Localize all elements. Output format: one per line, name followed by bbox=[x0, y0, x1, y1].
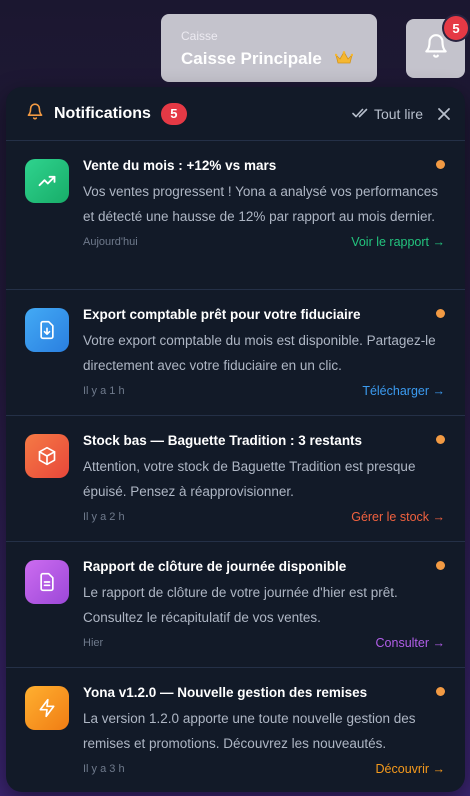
notification-footer: Hier Consulter → bbox=[83, 636, 445, 650]
caisse-selector[interactable]: Caisse Caisse Principale bbox=[161, 14, 377, 82]
close-icon[interactable] bbox=[437, 107, 451, 121]
document-icon bbox=[25, 560, 69, 604]
notification-item[interactable]: Vente du mois : +12% vs mars Vos ventes … bbox=[6, 141, 465, 290]
bell-icon bbox=[26, 102, 44, 126]
notification-time: Aujourd'hui bbox=[83, 236, 138, 248]
notification-footer: Il y a 1 h Télécharger → bbox=[83, 384, 445, 398]
unread-dot bbox=[436, 687, 445, 696]
notification-title: Export comptable prêt pour votre fiducia… bbox=[83, 307, 361, 322]
unread-dot bbox=[436, 309, 445, 318]
discover-link[interactable]: Découvrir → bbox=[376, 762, 445, 776]
notification-title: Rapport de clôture de journée disponible bbox=[83, 559, 347, 574]
mark-all-read-label: Tout lire bbox=[373, 105, 423, 122]
notification-item[interactable]: Yona v1.2.0 — Nouvelle gestion des remis… bbox=[6, 668, 465, 792]
trending-up-icon bbox=[25, 159, 69, 203]
caisse-label: Caisse bbox=[181, 29, 218, 43]
view-report-link[interactable]: Voir le rapport → bbox=[351, 235, 445, 249]
notification-body: Vos ventes progressent ! Yona a analysé … bbox=[83, 184, 438, 224]
unread-dot bbox=[436, 561, 445, 570]
unread-dot bbox=[436, 160, 445, 169]
caisse-name-row: Caisse Principale bbox=[181, 49, 377, 70]
unread-dot bbox=[436, 435, 445, 444]
notification-title: Vente du mois : +12% vs mars bbox=[83, 158, 277, 173]
download-link[interactable]: Télécharger → bbox=[362, 384, 445, 398]
mark-all-read-button[interactable]: Tout lire bbox=[352, 106, 423, 122]
panel-header: Notifications 5 Tout lire bbox=[6, 87, 465, 141]
panel-title: Notifications bbox=[54, 104, 151, 122]
lightning-icon bbox=[25, 686, 69, 730]
box-icon bbox=[25, 434, 69, 478]
notifications-panel: Notifications 5 Tout lire Vente du mois … bbox=[6, 87, 465, 792]
notification-title: Stock bas — Baguette Tradition : 3 resta… bbox=[83, 433, 363, 448]
notification-time: Il y a 1 h bbox=[83, 385, 125, 397]
notification-title: Yona v1.2.0 — Nouvelle gestion des remis… bbox=[83, 685, 368, 700]
caisse-name: Caisse Principale bbox=[181, 49, 322, 68]
download-file-icon bbox=[25, 308, 69, 352]
notification-time: Hier bbox=[83, 637, 104, 649]
notification-footer: Il y a 2 h Gérer le stock → bbox=[83, 510, 445, 524]
bell-icon bbox=[423, 32, 449, 65]
notification-body: Attention, votre stock de Baguette Tradi… bbox=[83, 459, 416, 499]
consult-link[interactable]: Consulter → bbox=[376, 636, 445, 650]
notification-item[interactable]: Stock bas — Baguette Tradition : 3 resta… bbox=[6, 416, 465, 542]
notification-body: Votre export comptable du mois est dispo… bbox=[83, 333, 436, 373]
double-check-icon bbox=[352, 106, 369, 122]
notification-footer: Aujourd'hui Voir le rapport → bbox=[83, 235, 445, 249]
crown-icon bbox=[334, 50, 353, 70]
manage-stock-link[interactable]: Gérer le stock → bbox=[351, 510, 445, 524]
notification-time: Il y a 2 h bbox=[83, 511, 125, 523]
notification-body: Le rapport de clôture de votre journée d… bbox=[83, 585, 398, 625]
notification-footer: Il y a 3 h Découvrir → bbox=[83, 762, 445, 776]
notification-count-badge: 5 bbox=[160, 102, 187, 125]
notification-time: Il y a 3 h bbox=[83, 763, 125, 775]
bell-count-badge: 5 bbox=[444, 16, 468, 40]
notification-body: La version 1.2.0 apporte une toute nouve… bbox=[83, 711, 416, 751]
notification-item[interactable]: Export comptable prêt pour votre fiducia… bbox=[6, 290, 465, 416]
notification-item[interactable]: Rapport de clôture de journée disponible… bbox=[6, 542, 465, 668]
